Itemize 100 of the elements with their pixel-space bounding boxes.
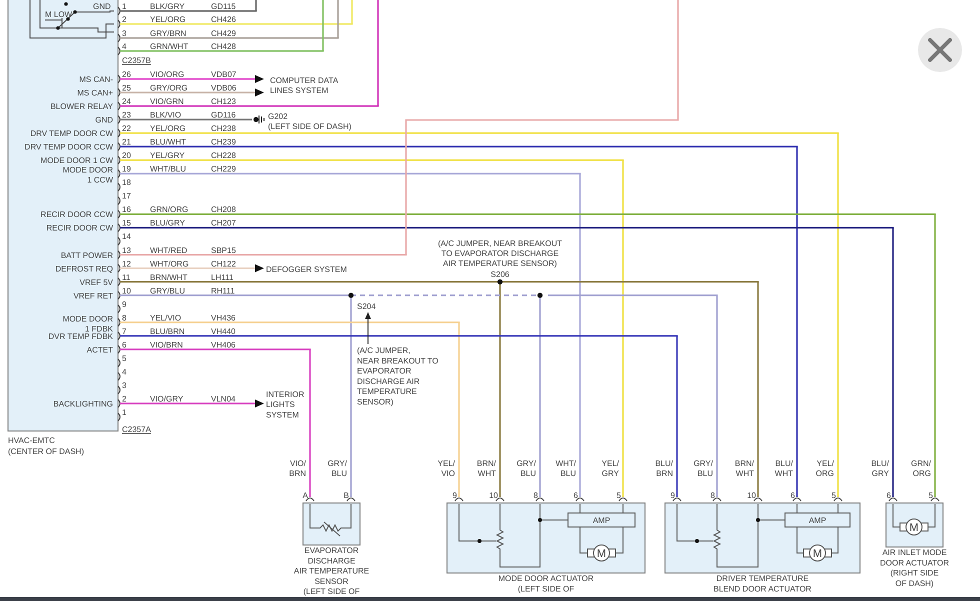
pin-number: 6 [886, 491, 891, 500]
pin-number: A [302, 491, 308, 500]
terminal-icon [496, 498, 504, 502]
pin-number: 26 [122, 70, 131, 79]
pin-number: 5 [928, 491, 933, 500]
pin-number: 21 [122, 138, 131, 147]
pin-number: 6 [574, 491, 578, 500]
pin-number: 18 [122, 178, 131, 188]
wire-code: VIO [441, 469, 455, 478]
circuit-code: LH111 [211, 272, 234, 282]
pin-number: 1 [122, 2, 126, 11]
wire-code: VIO/ [290, 459, 306, 468]
wire-code: BLU/ [775, 459, 793, 468]
wire-code: BLU/WHT [150, 138, 186, 147]
circuit-code: RH111 [211, 286, 235, 296]
pin-label: DRV TEMP DOOR CCW [24, 142, 113, 152]
wire-code: BLU [697, 469, 713, 478]
pin-number: 15 [122, 218, 131, 228]
circuit-code: CH229 [211, 164, 236, 174]
circuit-code: VDB07 [211, 70, 236, 79]
splice-note: SENSOR) [357, 398, 394, 406]
switch-label: M LOW [45, 10, 72, 19]
terminal-icon [888, 498, 898, 502]
pin-label: MODE DOOR [62, 166, 113, 175]
pin-label: MODE DOOR 1 CW [40, 156, 113, 166]
splice-note: DISCHARGE AIR [357, 376, 420, 386]
wire-code: WHT [736, 469, 754, 478]
connector-name: C2357B [122, 56, 151, 65]
circuit-code: CH123 [211, 97, 236, 106]
pin-number: 17 [122, 192, 131, 201]
wire-code: ORG [912, 469, 931, 478]
pin-number: 19 [122, 164, 131, 174]
wire-code: GRY [872, 469, 889, 478]
pin-number: 12 [122, 259, 131, 268]
wire-code: YEL/ORG [150, 124, 186, 134]
terminal-icon [712, 498, 722, 502]
circuit-code: GD115 [211, 2, 236, 11]
pin-number: 10 [747, 491, 756, 500]
splice-note: (A/C JUMPER, [357, 346, 410, 355]
wire-code: YEL/ [438, 459, 455, 468]
component-name: MODE DOOR ACTUATOR [498, 574, 594, 583]
component-name: BLEND DOOR ACTUATOR [714, 584, 812, 594]
wire-code: VIO/ORG [150, 70, 184, 79]
splice-dot [537, 292, 543, 298]
circuit-code: CH429 [211, 29, 236, 38]
terminal-icon [618, 498, 628, 502]
destination-label: G202 [268, 112, 288, 121]
wire-code: GRY/ [328, 459, 347, 468]
close-button[interactable] [918, 28, 962, 72]
pin-label: BATT POWER [60, 250, 113, 260]
wire-code: BLU [331, 469, 347, 478]
pin-label: VREF RET [73, 291, 113, 300]
pin-number: 6 [790, 491, 795, 500]
wire-code: GRY/ORG [150, 84, 188, 93]
amplifier-label: AMP [808, 516, 826, 525]
wire-code: BLU [560, 469, 576, 478]
wire-code: WHT [774, 469, 793, 478]
sensor-drawing [302, 502, 360, 546]
wire-code: BLU/BRN [150, 326, 185, 336]
destination-label: INTERIOR [266, 390, 304, 399]
wire-code: WHT [478, 469, 496, 478]
pin-number: B [344, 491, 349, 500]
wire-code: BRN [289, 469, 306, 478]
pin-number: 25 [122, 84, 131, 93]
splice-note: TEMPERATURE [357, 387, 417, 396]
terminal-icon [672, 498, 682, 502]
circuit-code: CH239 [211, 138, 236, 147]
wire-code: BRN/ [734, 459, 754, 468]
wire-code: BLU/GRY [150, 218, 185, 228]
wire-code: GRY/BRN [150, 29, 186, 38]
circuit-code: VH440 [211, 326, 236, 336]
arrow-icon [255, 264, 264, 272]
close-icon [927, 37, 953, 63]
motor-label: M [812, 548, 822, 560]
component-name: DRIVER TEMPERATURE [716, 574, 809, 583]
destination-label: LIGHTS [266, 400, 295, 410]
wire-code: ORG [816, 469, 834, 478]
component-name: DOOR ACTUATOR [880, 558, 950, 568]
terminal-icon [930, 498, 940, 502]
pin-label: BLOWER RELAY [50, 102, 113, 112]
pin-number: 4 [122, 42, 126, 51]
wire-code: WHT/ [556, 459, 576, 468]
component-name: AIR INLET MODE [882, 548, 947, 557]
component-name: (LEFT SIDE OF [518, 584, 574, 594]
splice-note: AIR TEMPERATURE SENSOR) [443, 259, 557, 268]
pin-label: MODE DOOR [62, 314, 113, 324]
terminal-icon [834, 498, 842, 502]
pin-number: 20 [122, 151, 131, 160]
pin-number: 4 [122, 367, 126, 376]
component-name: OF DASH) [895, 578, 934, 588]
circuit-code: CH228 [211, 151, 236, 160]
splice-name: S206 [490, 270, 510, 279]
pin-label: RECIR DOOR CW [46, 224, 113, 233]
amplifier-label: AMP [592, 516, 610, 525]
pin-label: BACKLIGHTING [53, 399, 113, 408]
component-name: SENSOR [314, 576, 348, 586]
pin-number: 2 [122, 394, 126, 404]
pin-label: DVR TEMP FDBK [48, 332, 113, 341]
circuit-code: VLN04 [211, 394, 236, 404]
pin-number: 24 [122, 97, 131, 106]
